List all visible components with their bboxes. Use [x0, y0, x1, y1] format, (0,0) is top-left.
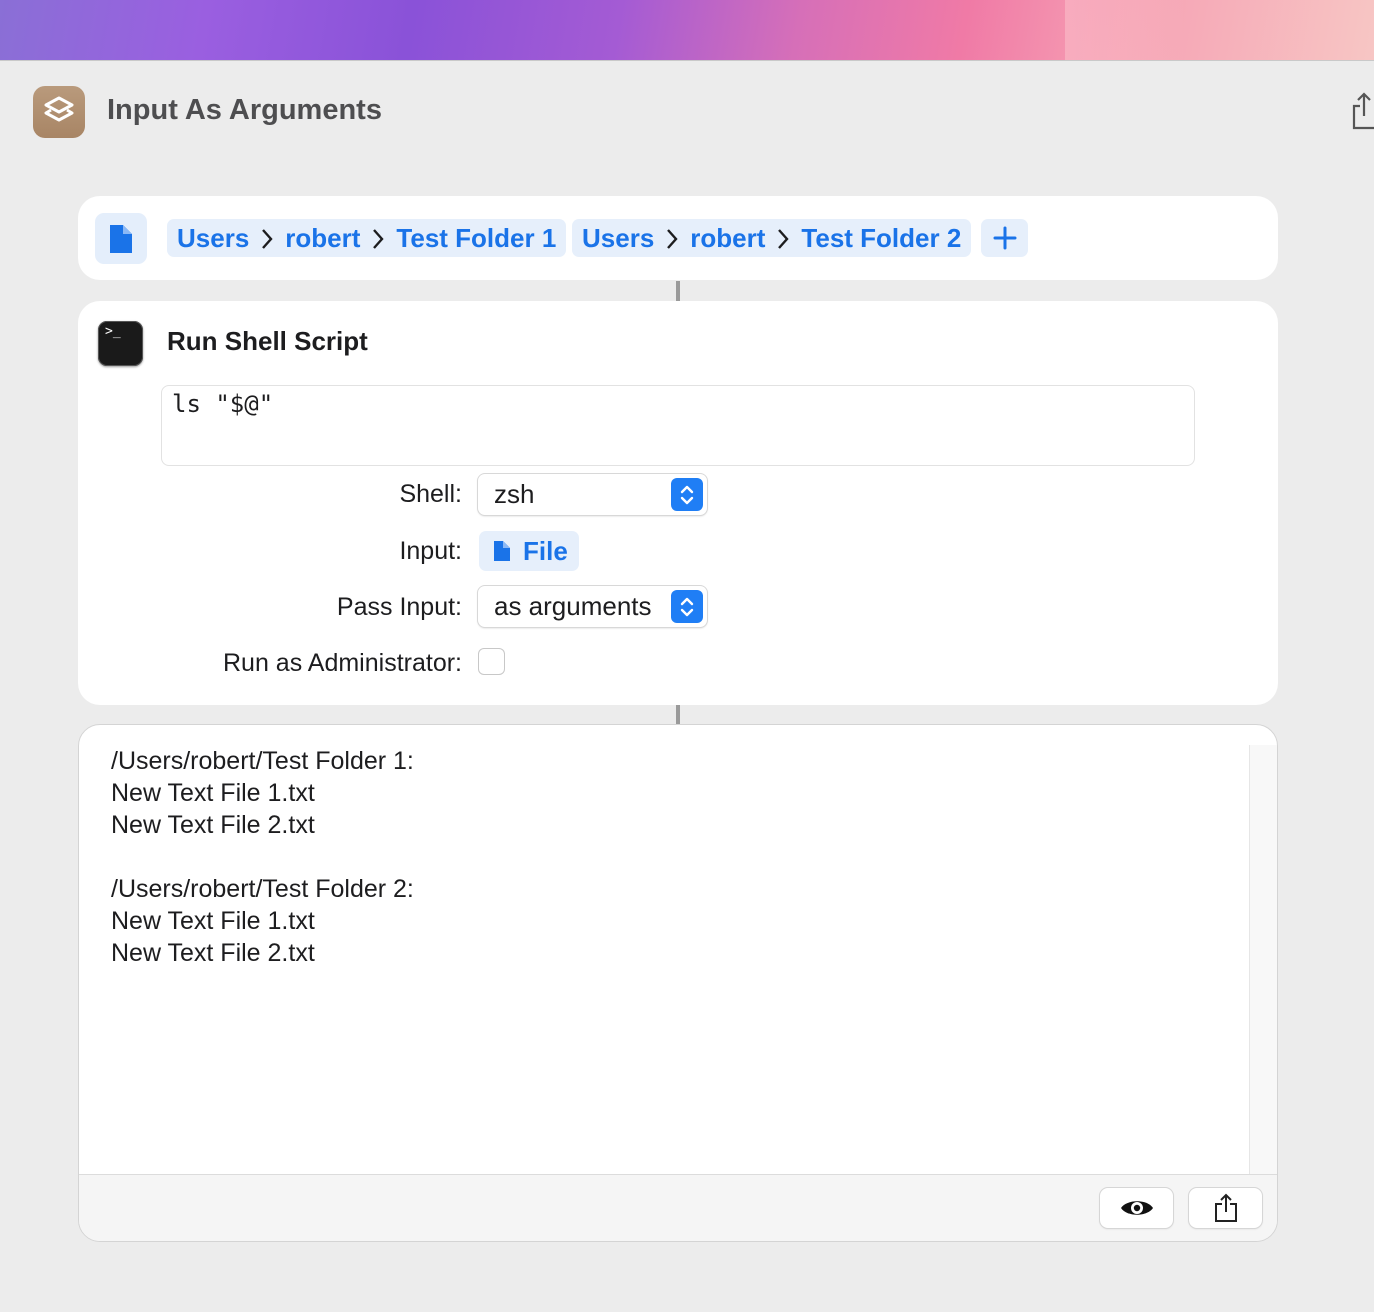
path-segment: robert [690, 222, 766, 253]
path-segment: Users [177, 222, 250, 253]
output-footer [79, 1174, 1277, 1241]
plus-icon [993, 226, 1016, 250]
quick-look-button[interactable] [1100, 1188, 1173, 1228]
up-down-chevron-icon [671, 590, 703, 623]
desktop-wallpaper [0, 0, 1374, 61]
chevron-right-icon [262, 229, 273, 249]
shortcuts-app-icon [33, 86, 85, 138]
action-title: Run Shell Script [167, 326, 368, 356]
path-segment: Test Folder 2 [801, 222, 962, 253]
shell-popup[interactable]: zsh [478, 474, 707, 515]
terminal-icon: >_ [98, 321, 143, 366]
path-token-1[interactable]: Users robert Test Folder 1 [167, 219, 567, 257]
share-button[interactable] [1189, 1188, 1262, 1228]
add-path-button[interactable] [981, 219, 1028, 257]
script-text: ls "$@" [172, 390, 274, 418]
script-editor[interactable]: ls "$@" [161, 385, 1195, 466]
input-value: File [523, 535, 568, 566]
window-title: Input As Arguments [107, 94, 382, 126]
chevron-right-icon [778, 229, 790, 249]
shortcuts-icon [44, 96, 74, 122]
output-card: /Users/robert/Test Folder 1: New Text Fi… [78, 724, 1278, 1242]
chevron-right-icon [667, 229, 678, 249]
terminal-prompt-glyph: >_ [105, 324, 121, 339]
pass-input-label: Pass Input: [336, 593, 462, 621]
pass-input-popup[interactable]: as arguments [478, 586, 707, 627]
path-segment: Test Folder 1 [396, 222, 557, 253]
output-text: /Users/robert/Test Folder 1: New Text Fi… [111, 747, 414, 967]
admin-label: Run as Administrator: [223, 649, 462, 677]
share-icon [1214, 1193, 1237, 1222]
action-connector [676, 281, 680, 301]
up-down-chevron-icon [671, 478, 703, 511]
output-connector [676, 705, 680, 724]
run-as-admin-checkbox[interactable] [478, 648, 505, 675]
document-icon [494, 541, 510, 561]
path-token-2[interactable]: Users robert Test Folder 2 [572, 219, 972, 257]
share-icon[interactable] [1350, 92, 1374, 130]
chevron-right-icon [373, 229, 385, 249]
eye-icon [1120, 1201, 1153, 1215]
shell-label: Shell: [399, 480, 462, 508]
input-label: Input: [399, 537, 462, 565]
path-segment: robert [285, 222, 361, 253]
input-variable-token[interactable]: File [479, 531, 579, 571]
file-action-button[interactable] [95, 213, 147, 264]
scrollbar[interactable] [1249, 745, 1277, 1175]
shell-value: zsh [494, 479, 535, 509]
document-icon [110, 224, 132, 253]
path-segment: Users [582, 222, 655, 253]
pass-input-value: as arguments [494, 591, 652, 621]
